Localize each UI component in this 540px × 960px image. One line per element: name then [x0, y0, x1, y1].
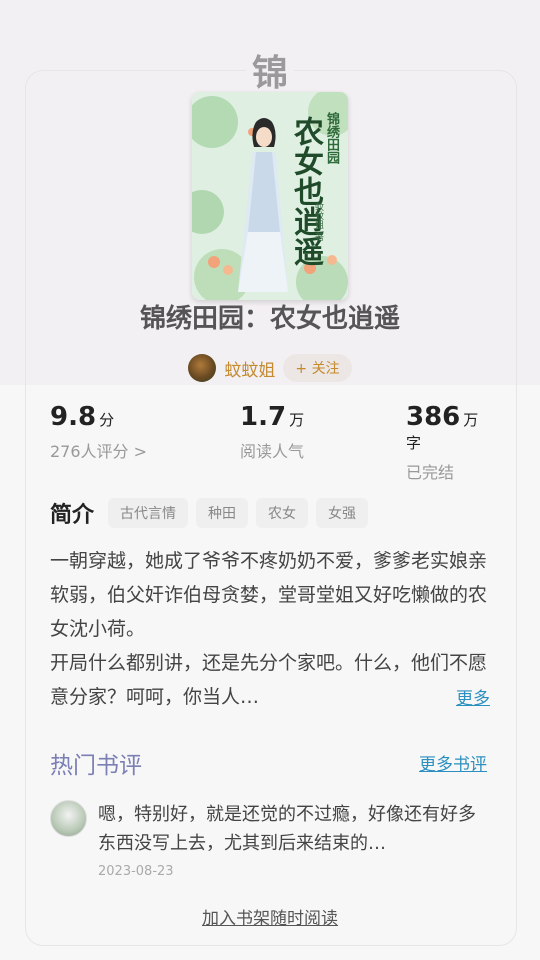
intro-more-link[interactable]: 更多	[456, 684, 490, 709]
stat-rating-unit: 分	[99, 411, 115, 429]
stat-wordcount: 386 万字 已完结	[406, 402, 490, 483]
follow-button[interactable]: + 关注	[283, 354, 352, 382]
tag[interactable]: 种田	[196, 498, 249, 528]
cover-big-title: 农女也逍遥	[288, 116, 323, 266]
review-date: 2023-08-23	[98, 864, 174, 879]
author-avatar[interactable]	[188, 354, 217, 382]
reviewer-avatar	[50, 800, 87, 837]
tag[interactable]: 女强	[316, 498, 369, 528]
book-title: 锦绣田园：农女也逍遥	[139, 304, 400, 334]
intro-paragraph: 一朝穿越，她成了爷爷不疼奶奶不爱，爹爹老实娘亲软弱，伯父奸诈伯母贪婪，堂哥堂姐又…	[50, 550, 488, 640]
book-stats: 9.8 分 276人评分 > 1.7 万 阅读人气 386 万字 已完结	[50, 402, 490, 482]
stat-rating-value: 9.8	[50, 402, 97, 432]
cover-author-mark: 蚊蚊姐 著	[313, 202, 323, 241]
more-reviews-link[interactable]: 更多书评	[419, 750, 487, 775]
stat-wordcount-value: 386	[406, 402, 461, 432]
tag[interactable]: 农女	[256, 498, 309, 528]
intro-title: 简介	[50, 503, 95, 528]
stat-popularity: 1.7 万 阅读人气	[240, 402, 304, 462]
stat-rating[interactable]: 9.8 分 276人评分 >	[50, 402, 147, 462]
author-name[interactable]: 蚊蚊姐	[224, 356, 275, 381]
stat-popularity-label: 阅读人气	[240, 442, 305, 461]
stat-status-label: 已完结	[406, 463, 455, 482]
stat-rating-label: 276人评分 >	[50, 442, 148, 461]
stat-popularity-value: 1.7	[240, 402, 287, 432]
intro-header: 简介 古代言情 种田 农女 女强	[50, 497, 369, 529]
review-text: 嗯，特别好，就是还觉的不过瘾，好像还有好多东西没写上去，尤其到后来结束的…	[98, 804, 476, 854]
add-to-shelf-link[interactable]: 加入书架随时阅读	[0, 904, 540, 929]
intro-paragraph: 开局什么都别讲，还是先分个家吧。什么，他们不愿意分家？呵呵，你当人…	[50, 652, 488, 708]
book-cover[interactable]: 锦绣田园 农女也逍遥 蚊蚊姐 著	[192, 92, 348, 300]
tag[interactable]: 古代言情	[108, 498, 189, 528]
hot-reviews-title: 热门书评	[50, 753, 142, 779]
author-row: 蚊蚊姐 + 关注	[0, 354, 540, 382]
stat-popularity-unit: 万	[289, 411, 305, 429]
app-logo: 锦	[246, 48, 294, 94]
intro-text: 一朝穿越，她成了爷爷不疼奶奶不爱，爹爹老实娘亲软弱，伯父奸诈伯母贪婪，堂哥堂姐又…	[50, 544, 492, 714]
